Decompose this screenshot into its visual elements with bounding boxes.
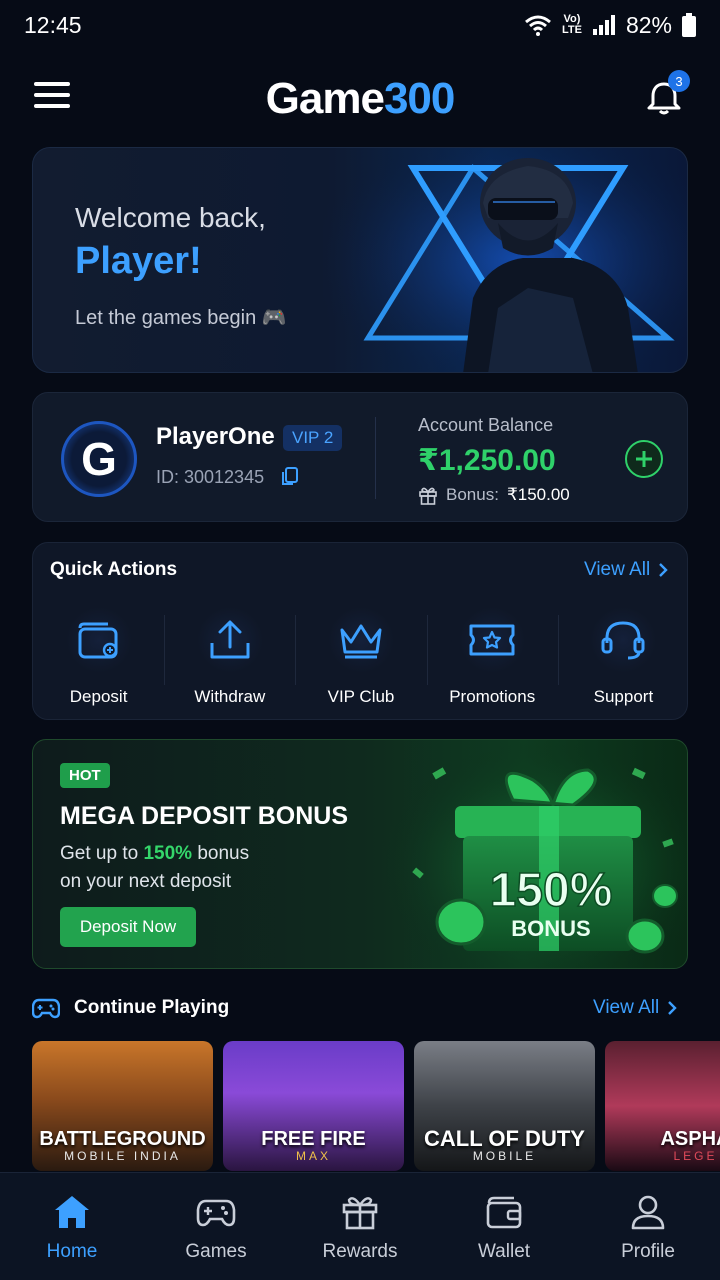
gift-icon [342, 1197, 378, 1230]
lte-indicator: Vo) LTE [561, 13, 582, 36]
signal-icon [592, 15, 615, 35]
chevron-right-icon [668, 1001, 677, 1015]
nav-rewards[interactable]: Rewards [288, 1173, 432, 1280]
username: PlayerOne [156, 423, 275, 450]
balance-label: Account Balance [418, 415, 554, 435]
home-icon [55, 1196, 89, 1228]
gift-box-artwork: 150% BONUS [373, 740, 687, 968]
notification-badge: 3 [668, 70, 690, 92]
quick-action-deposit[interactable]: Deposit [33, 601, 164, 711]
game-subtitle: MOBILE [472, 1149, 537, 1163]
game-card-battleground[interactable]: BATTLEGROUND MOBILE INDIA [32, 1041, 213, 1171]
promo-title: MEGA DEPOSIT BONUS [60, 802, 348, 830]
quick-action-support[interactable]: Support [557, 601, 689, 711]
nav-profile[interactable]: Profile [576, 1173, 720, 1280]
quick-action-promotions[interactable]: Promotions [426, 601, 558, 711]
nav-games[interactable]: Games [144, 1173, 288, 1280]
promo-art-label: BONUS [511, 916, 590, 941]
crown-icon [340, 624, 382, 659]
game-card-call-of-duty[interactable]: CALL OF DUTY MOBILE [414, 1041, 595, 1171]
game-subtitle: MAX [295, 1149, 331, 1163]
promo-banner[interactable]: 150% BONUS HOT MEGA DEPOSIT BONUS Get up… [32, 739, 688, 969]
wifi-icon [525, 15, 551, 36]
vip-badge[interactable]: VIP 2 [283, 425, 343, 451]
soldier-artwork [323, 148, 687, 372]
deposit-now-button[interactable]: Deposit Now [60, 907, 196, 947]
game-card-asphalt[interactable]: ASPHA LEGE [605, 1041, 720, 1171]
continue-playing-title: Continue Playing [74, 997, 230, 1018]
promo-description: Get up to 150% bonus on your next deposi… [60, 843, 250, 892]
nav-label: Wallet [477, 1241, 531, 1262]
nav-home[interactable]: Home [0, 1173, 144, 1280]
battery-icon [682, 13, 696, 37]
headset-icon [601, 621, 645, 660]
bonus-value: ₹150.00 [506, 485, 570, 504]
promo-art-value: 150% [490, 864, 613, 917]
balance-value: ₹1,250.00 [418, 444, 556, 477]
status-time: 12:45 [24, 11, 82, 38]
avatar[interactable]: G [61, 421, 137, 497]
hero-subtitle: Let the games begin 🎮 [75, 307, 287, 329]
app-logo: Game300 [265, 74, 456, 123]
status-icons: Vo) LTE 82% [524, 12, 696, 39]
chevron-right-icon [659, 563, 668, 577]
quick-action-withdraw[interactable]: Withdraw [164, 601, 295, 711]
nav-label: Profile [621, 1241, 675, 1262]
hero-greeting: Welcome back, [75, 202, 266, 233]
game-title: CALL OF DUTY [424, 1126, 585, 1151]
nav-label: Home [46, 1241, 98, 1262]
game-subtitle: LEGE [673, 1149, 718, 1163]
add-funds-button[interactable] [625, 440, 663, 478]
bonus-row: Bonus: ₹150.00 [418, 485, 570, 505]
account-card: G PlayerOne VIP 2 ID: 30012345 Account B… [32, 392, 688, 522]
nav-label: Games [185, 1241, 247, 1262]
upload-icon [210, 620, 250, 659]
hot-badge: HOT [60, 763, 110, 788]
nav-wallet[interactable]: Wallet [432, 1173, 576, 1280]
quick-actions-view-all[interactable]: View All [584, 559, 668, 581]
status-bar: 12:45 Vo) LTE 82% [0, 0, 720, 50]
quick-action-label: Withdraw [194, 687, 266, 706]
quick-actions-title: Quick Actions [50, 559, 178, 580]
game-subtitle: MOBILE INDIA [64, 1149, 181, 1163]
games-carousel[interactable]: BATTLEGROUND MOBILE INDIA FREE FIRE MAX … [32, 1041, 720, 1171]
game-title: FREE FIRE [261, 1128, 366, 1150]
ticket-star-icon [469, 624, 515, 656]
gamepad-icon [32, 998, 60, 1019]
plus-icon [636, 451, 652, 467]
game-title: BATTLEGROUND [39, 1128, 206, 1150]
quick-action-vip-club[interactable]: VIP Club [295, 601, 426, 711]
user-id: ID: 30012345 [156, 467, 265, 487]
gamepad-icon [196, 1199, 236, 1227]
app-header: Game300 3 [0, 60, 720, 134]
wallet-icon [486, 1196, 522, 1229]
wallet-plus-icon [78, 622, 118, 659]
hero-player-name: Player! [75, 240, 202, 282]
continue-playing-view-all[interactable]: View All [593, 997, 677, 1019]
bonus-label: Bonus: [446, 485, 499, 504]
divider [375, 417, 376, 499]
game-card-free-fire[interactable]: FREE FIRE MAX [223, 1041, 404, 1171]
nav-label: Rewards [322, 1241, 398, 1262]
quick-action-label: Promotions [449, 687, 536, 706]
welcome-banner[interactable]: Welcome back, Player! Let the games begi… [32, 147, 688, 373]
gift-icon [419, 487, 437, 505]
copy-icon[interactable] [279, 465, 301, 487]
user-icon [631, 1195, 665, 1230]
quick-action-label: VIP Club [327, 687, 395, 706]
quick-action-label: Support [593, 687, 654, 706]
battery-percent: 82% [625, 11, 672, 38]
bottom-nav: Home Games Rewards Wallet Profile [0, 1172, 720, 1280]
game-title: ASPHA [660, 1128, 720, 1150]
quick-action-label: Deposit [69, 687, 128, 706]
quick-actions-panel: Quick Actions View All Deposit Withdraw … [32, 542, 688, 720]
